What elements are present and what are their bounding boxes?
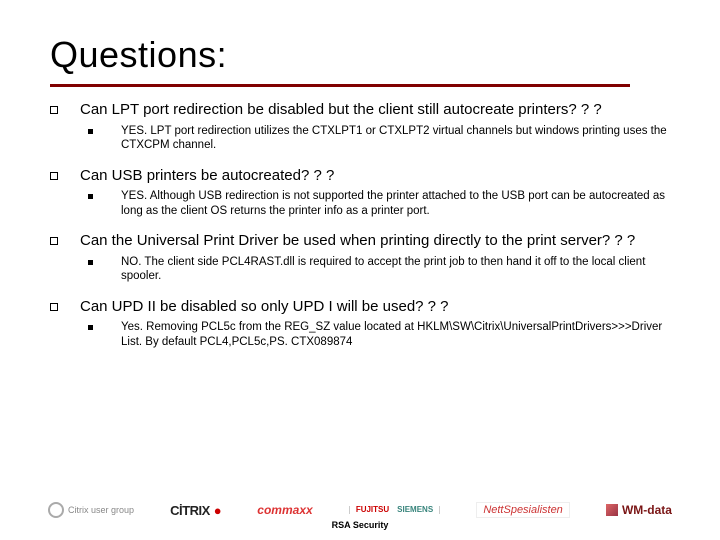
cug-text: Citrix user group: [68, 505, 134, 515]
wm-cube-icon: [606, 504, 618, 516]
filled-square-bullet-icon: [88, 260, 93, 265]
citrix-dot-icon: ●: [214, 503, 221, 518]
answer-text: NO. The client side PCL4RAST.dll is requ…: [121, 255, 670, 284]
footer-security: RSA Security: [0, 520, 720, 540]
answer-item: YES. Although USB redirection is not sup…: [88, 189, 670, 218]
question-list: Can LPT port redirection be disabled but…: [50, 101, 670, 357]
filled-square-bullet-icon: [88, 194, 93, 199]
question-text: Can the Universal Print Driver be used w…: [80, 232, 670, 251]
wmdata-logo: WM-data: [606, 503, 672, 517]
fujitsu-siemens-logo: FUJITSU SIEMENS: [349, 506, 440, 513]
siemens-text: SIEMENS: [397, 506, 433, 513]
title-rule: [50, 84, 630, 87]
question-body: Can the Universal Print Driver be used w…: [80, 232, 670, 292]
question-text: Can USB printers be autocreated? ? ?: [80, 167, 670, 186]
answer-text: YES. Although USB redirection is not sup…: [121, 189, 670, 218]
hollow-square-bullet-icon: [50, 303, 58, 311]
cug-logo: Citrix user group: [48, 502, 134, 518]
slide-title: Questions:: [50, 34, 670, 76]
answer-text: Yes. Removing PCL5c from the REG_SZ valu…: [121, 320, 670, 349]
answer-item: Yes. Removing PCL5c from the REG_SZ valu…: [88, 320, 670, 349]
question-item: Can LPT port redirection be disabled but…: [50, 101, 670, 161]
question-item: Can USB printers be autocreated? ? ? YES…: [50, 167, 670, 227]
citrix-text: CİTRIX: [170, 503, 210, 518]
filled-square-bullet-icon: [88, 129, 93, 134]
logo-row: Citrix user group CİTRIX ● commaxx FUJITS…: [0, 502, 720, 520]
answer-text: YES. LPT port redirection utilizes the C…: [121, 124, 670, 153]
hollow-square-bullet-icon: [50, 172, 58, 180]
answer-item: NO. The client side PCL4RAST.dll is requ…: [88, 255, 670, 284]
nettspesialisten-logo: NettSpesialisten: [476, 502, 570, 518]
cug-ring-icon: [48, 502, 64, 518]
question-body: Can LPT port redirection be disabled but…: [80, 101, 670, 161]
commaxx-logo: commaxx: [257, 503, 312, 517]
question-item: Can the Universal Print Driver be used w…: [50, 232, 670, 292]
footer: Citrix user group CİTRIX ● commaxx FUJITS…: [0, 502, 720, 540]
wm-text: WM-data: [622, 503, 672, 517]
citrix-logo: CİTRIX ●: [170, 503, 221, 518]
question-text: Can UPD II be disabled so only UPD I wil…: [80, 298, 670, 317]
question-body: Can USB printers be autocreated? ? ? YES…: [80, 167, 670, 227]
hollow-square-bullet-icon: [50, 237, 58, 245]
fujitsu-text: FUJITSU: [356, 506, 389, 513]
question-item: Can UPD II be disabled so only UPD I wil…: [50, 298, 670, 358]
answer-item: YES. LPT port redirection utilizes the C…: [88, 124, 670, 153]
question-text: Can LPT port redirection be disabled but…: [80, 101, 670, 120]
slide: Questions: Can LPT port redirection be d…: [0, 0, 720, 540]
hollow-square-bullet-icon: [50, 106, 58, 114]
question-body: Can UPD II be disabled so only UPD I wil…: [80, 298, 670, 358]
filled-square-bullet-icon: [88, 325, 93, 330]
